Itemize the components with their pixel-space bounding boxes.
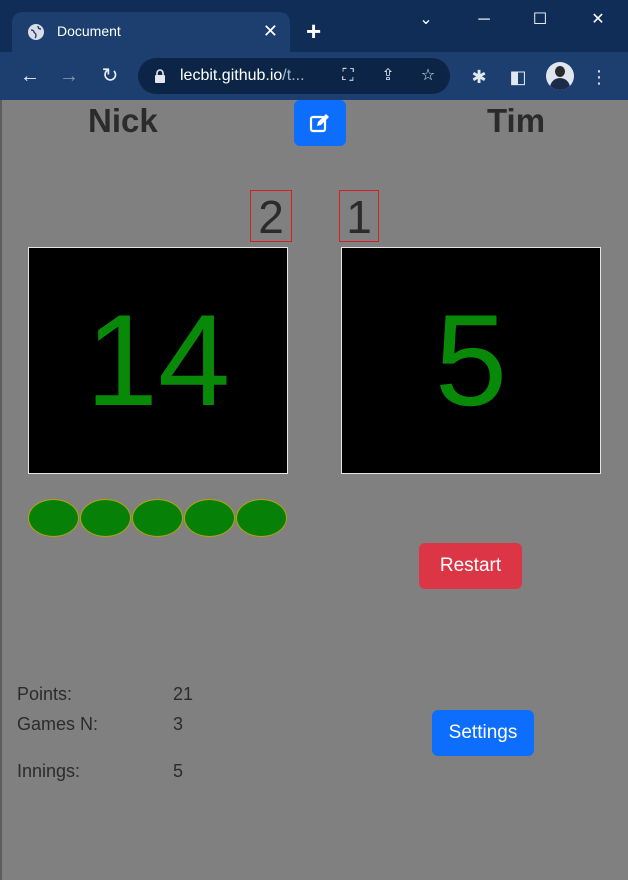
profile-avatar[interactable] <box>546 62 574 90</box>
points-value: 21 <box>173 684 194 704</box>
close-tab-icon[interactable]: ✕ <box>263 21 278 41</box>
games-value: 3 <box>173 714 184 734</box>
points-label: Points: <box>17 684 73 704</box>
left-games-won: 2 <box>250 190 292 243</box>
ball-icon <box>80 499 131 537</box>
restart-button[interactable]: Restart <box>419 543 522 589</box>
innings-label: Innings: <box>17 761 81 781</box>
minimize-icon[interactable]: ─ <box>470 10 498 30</box>
side-panel-icon[interactable]: ◧ <box>507 66 529 88</box>
lock-icon[interactable] <box>154 69 166 83</box>
translate-icon[interactable]: ⛶ <box>338 66 358 86</box>
left-player-name: Nick <box>88 102 158 139</box>
forward-arrow-icon[interactable]: → <box>57 64 81 88</box>
browser-tab[interactable]: Document ✕ <box>12 12 290 52</box>
settings-button[interactable]: Settings <box>432 710 534 756</box>
ball-icon <box>28 499 79 537</box>
new-tab-icon[interactable]: + <box>306 18 321 44</box>
close-window-icon[interactable]: ✕ <box>584 10 612 30</box>
edit-names-button[interactable] <box>294 100 346 146</box>
share-icon[interactable]: ⇪ <box>378 66 398 86</box>
browser-titlebar: Document ✕ + ⌄ ─ ☐ ✕ <box>0 0 628 52</box>
menu-kebab-icon[interactable]: ⋮ <box>588 66 610 88</box>
extensions-puzzle-icon[interactable]: ✱ <box>468 66 490 88</box>
bookmark-star-icon[interactable]: ☆ <box>418 66 438 86</box>
ball-icon <box>184 499 235 537</box>
browser-toolbar: ← → ↻ lecbit.github.io/t... ⛶ ⇪ ☆ ✱ ◧ ⋮ <box>0 52 628 100</box>
ball-icon <box>132 499 183 537</box>
page-left-border <box>0 100 2 880</box>
tab-title: Document <box>57 23 121 39</box>
reload-icon[interactable]: ↻ <box>98 64 122 88</box>
maximize-icon[interactable]: ☐ <box>526 10 554 30</box>
tab-search-chevron-icon[interactable]: ⌄ <box>412 10 440 30</box>
ball-icon <box>236 499 287 537</box>
url-text: lecbit.github.io/t... <box>180 67 305 84</box>
right-games-won: 1 <box>339 190 379 243</box>
right-player-name: Tim <box>487 102 546 139</box>
innings-value: 5 <box>173 761 184 781</box>
games-label: Games N: <box>17 714 99 734</box>
address-bar[interactable]: lecbit.github.io/t... ⛶ ⇪ ☆ <box>138 58 450 94</box>
back-arrow-icon[interactable]: ← <box>18 64 42 88</box>
globe-icon <box>28 24 44 40</box>
left-score-panel[interactable]: 14 <box>28 247 288 474</box>
right-score-panel[interactable]: 5 <box>341 247 601 474</box>
